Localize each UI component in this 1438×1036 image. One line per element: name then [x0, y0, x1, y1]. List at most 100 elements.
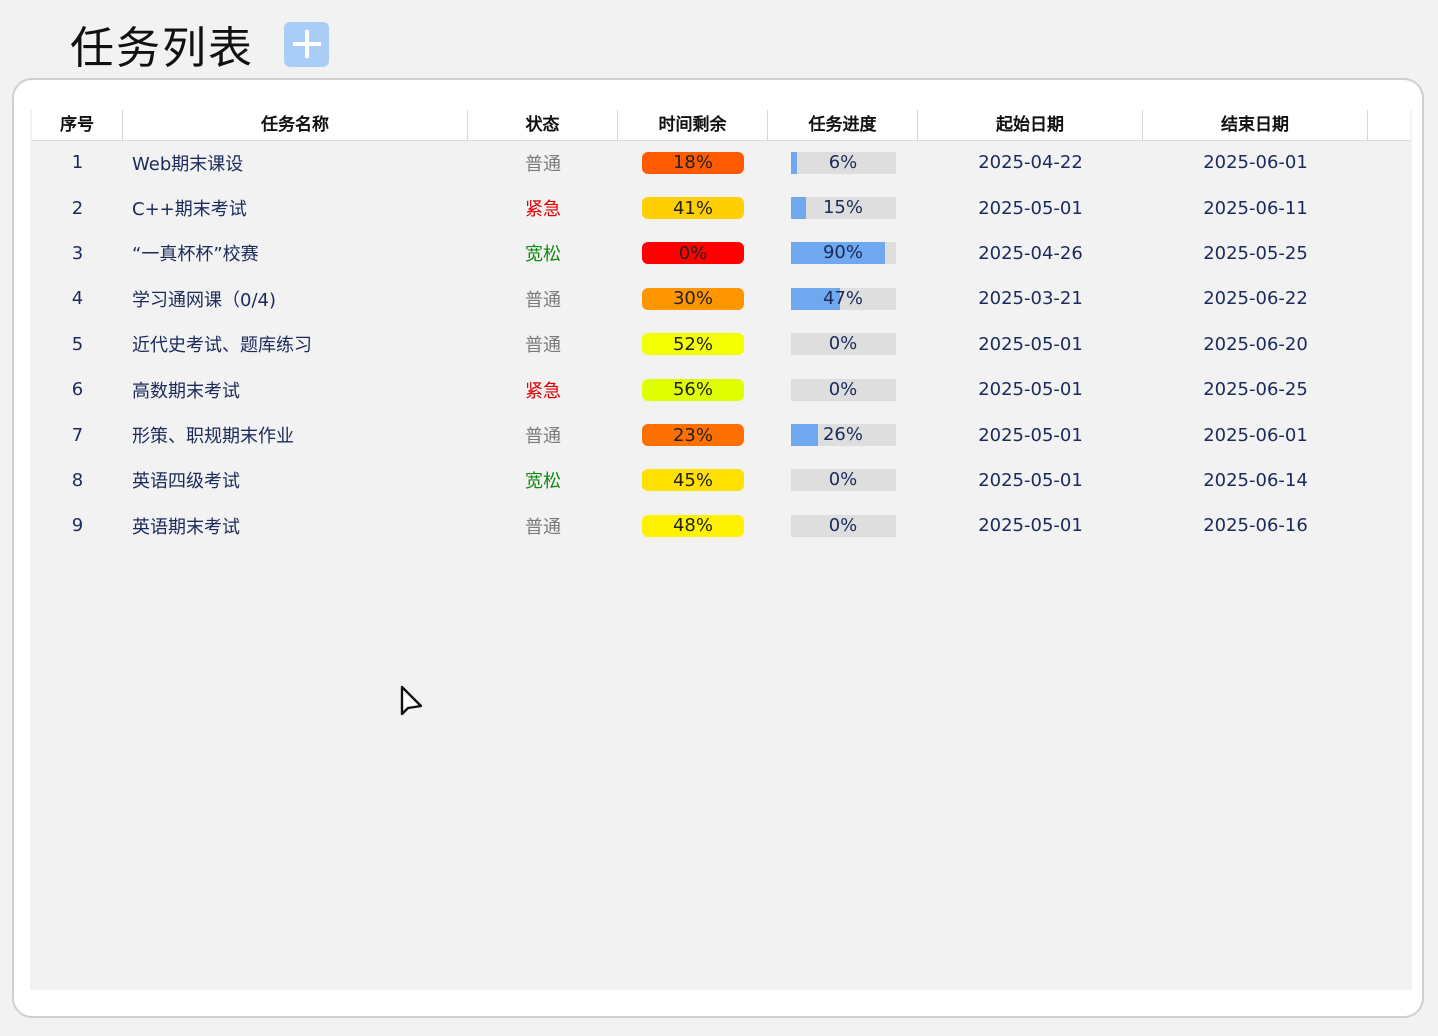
progress-cell: 6% [768, 151, 918, 174]
row-id: 4 [71, 288, 84, 310]
time-left-bar: 41% [642, 197, 744, 220]
start-date: 2025-05-01 [978, 469, 1083, 491]
task-name[interactable]: 近代史考试、题库练习 [123, 331, 468, 357]
row-id: 3 [71, 242, 84, 264]
header: 任务列表 [70, 14, 329, 74]
progress-label: 90% [822, 242, 863, 264]
time-left-cell: 45% [618, 469, 768, 492]
start-date: 2025-04-22 [978, 152, 1083, 174]
status-badge: 紧急 [525, 199, 561, 221]
plus-icon [292, 30, 321, 58]
progress-cell: 0% [768, 378, 918, 401]
progress-cell: 26% [768, 424, 918, 447]
progress-bar: 0% [790, 378, 896, 401]
end-date: 2025-06-01 [1203, 424, 1308, 446]
task-name[interactable]: 高数期末考试 [123, 377, 468, 403]
row-id: 6 [71, 379, 84, 401]
time-left-cell: 23% [618, 424, 768, 447]
column-header-status[interactable]: 状态 [468, 110, 618, 140]
end-date: 2025-06-16 [1203, 515, 1308, 537]
table-row[interactable]: 6 高数期末考试 紧急 56% 0% 2025-05-01 2025-06-25 [32, 367, 1410, 412]
start-date: 2025-05-01 [978, 379, 1083, 401]
status-badge: 紧急 [525, 380, 561, 402]
table-row[interactable]: 2 C++期末考试 紧急 41% 15% 2025-05-01 2025-06-11 [32, 185, 1410, 230]
end-date: 2025-06-22 [1203, 288, 1308, 310]
row-id: 9 [71, 515, 84, 537]
status-badge: 普通 [525, 289, 561, 311]
progress-bar: 0% [790, 333, 896, 356]
time-left-cell: 0% [618, 242, 768, 265]
time-left-bar: 23% [642, 424, 744, 447]
progress-label: 15% [822, 197, 863, 219]
start-date: 2025-05-01 [978, 424, 1083, 446]
table-row[interactable]: 8 英语四级考试 宽松 45% 0% 2025-05-01 2025-06-14 [32, 458, 1410, 503]
start-date: 2025-04-26 [978, 242, 1083, 264]
table-row[interactable]: 4 学习通网课（0/4) 普通 30% 47% 2025-03-21 2025-06-22 [32, 276, 1410, 321]
time-left-cell: 48% [618, 514, 768, 537]
time-left-cell: 52% [618, 333, 768, 356]
progress-cell: 47% [768, 287, 918, 310]
progress-cell: 15% [768, 197, 918, 220]
end-date: 2025-06-11 [1203, 197, 1308, 219]
table-row[interactable]: 3 “一真杯杯”校赛 宽松 0% 90% 2025-04-26 2025-05-25 [32, 231, 1410, 276]
time-left-bar: 30% [642, 287, 744, 310]
task-panel: 序号 任务名称 状态 时间剩余 任务进度 起始日期 结束日期 1 Web期末课设普… [12, 78, 1424, 1018]
progress-bar: 47% [790, 287, 896, 310]
row-id: 8 [71, 469, 84, 491]
time-left-cell: 56% [618, 378, 768, 401]
row-id: 5 [71, 333, 84, 355]
status-badge: 普通 [525, 153, 561, 175]
row-id: 2 [71, 197, 84, 219]
time-left-bar: 48% [642, 514, 744, 537]
progress-label: 47% [822, 287, 863, 309]
time-left-bar: 45% [642, 469, 744, 492]
task-name[interactable]: 形策、职规期末作业 [123, 422, 468, 448]
column-header-time-left[interactable]: 时间剩余 [618, 110, 768, 140]
progress-bar: 90% [790, 242, 896, 265]
column-header-end-date[interactable]: 结束日期 [1143, 110, 1368, 140]
end-date: 2025-06-20 [1203, 333, 1308, 355]
add-task-button[interactable] [284, 21, 329, 67]
task-name[interactable]: Web期末课设 [123, 150, 468, 176]
status-badge: 宽松 [525, 244, 561, 266]
progress-cell: 0% [768, 514, 918, 537]
time-left-cell: 18% [618, 151, 768, 174]
progress-bar: 26% [790, 424, 896, 447]
status-badge: 普通 [525, 335, 561, 357]
task-name[interactable]: 英语期末考试 [123, 513, 468, 539]
time-left-bar: 18% [642, 151, 744, 174]
progress-bar: 6% [790, 151, 896, 174]
row-id: 7 [71, 424, 84, 446]
column-header-progress[interactable]: 任务进度 [768, 110, 918, 140]
progress-label: 26% [822, 424, 863, 446]
status-badge: 宽松 [525, 471, 561, 493]
task-name[interactable]: C++期末考试 [123, 195, 468, 221]
column-header-id[interactable]: 序号 [32, 110, 123, 140]
status-badge: 普通 [525, 516, 561, 538]
table-row[interactable]: 9 英语期末考试 普通 48% 0% 2025-05-01 2025-06-16 [32, 503, 1410, 548]
mouse-pointer-icon [400, 685, 423, 716]
task-name[interactable]: “一真杯杯”校赛 [123, 240, 468, 266]
table-header: 序号 任务名称 状态 时间剩余 任务进度 起始日期 结束日期 [32, 110, 1410, 141]
task-name[interactable]: 学习通网课（0/4) [123, 286, 468, 312]
table-row[interactable]: 5 近代史考试、题库练习 普通 52% 0% 2025-05-01 2025-06-20 [32, 322, 1410, 367]
column-header-start-date[interactable]: 起始日期 [918, 110, 1143, 140]
start-date: 2025-03-21 [978, 288, 1083, 310]
row-id: 1 [71, 152, 84, 174]
progress-cell: 0% [768, 469, 918, 492]
progress-label: 0% [828, 469, 858, 491]
progress-label: 0% [828, 333, 858, 355]
progress-label: 0% [828, 378, 858, 400]
time-left-bar: 56% [642, 378, 744, 401]
end-date: 2025-06-01 [1203, 152, 1308, 174]
progress-cell: 0% [768, 333, 918, 356]
table-row[interactable]: 1 Web期末课设 普通 18% 6% 2025-04-22 2025-06-01 [32, 140, 1410, 185]
time-left-cell: 41% [618, 197, 768, 220]
table-row[interactable]: 7 形策、职规期末作业 普通 23% 26% 2025-05-01 2025-06-01 [32, 412, 1410, 457]
time-left-bar: 52% [642, 333, 744, 356]
start-date: 2025-05-01 [978, 197, 1083, 219]
task-name[interactable]: 英语四级考试 [123, 467, 468, 493]
page-title: 任务列表 [70, 23, 254, 74]
column-header-name[interactable]: 任务名称 [123, 110, 468, 140]
column-header-spacer [1368, 110, 1410, 140]
